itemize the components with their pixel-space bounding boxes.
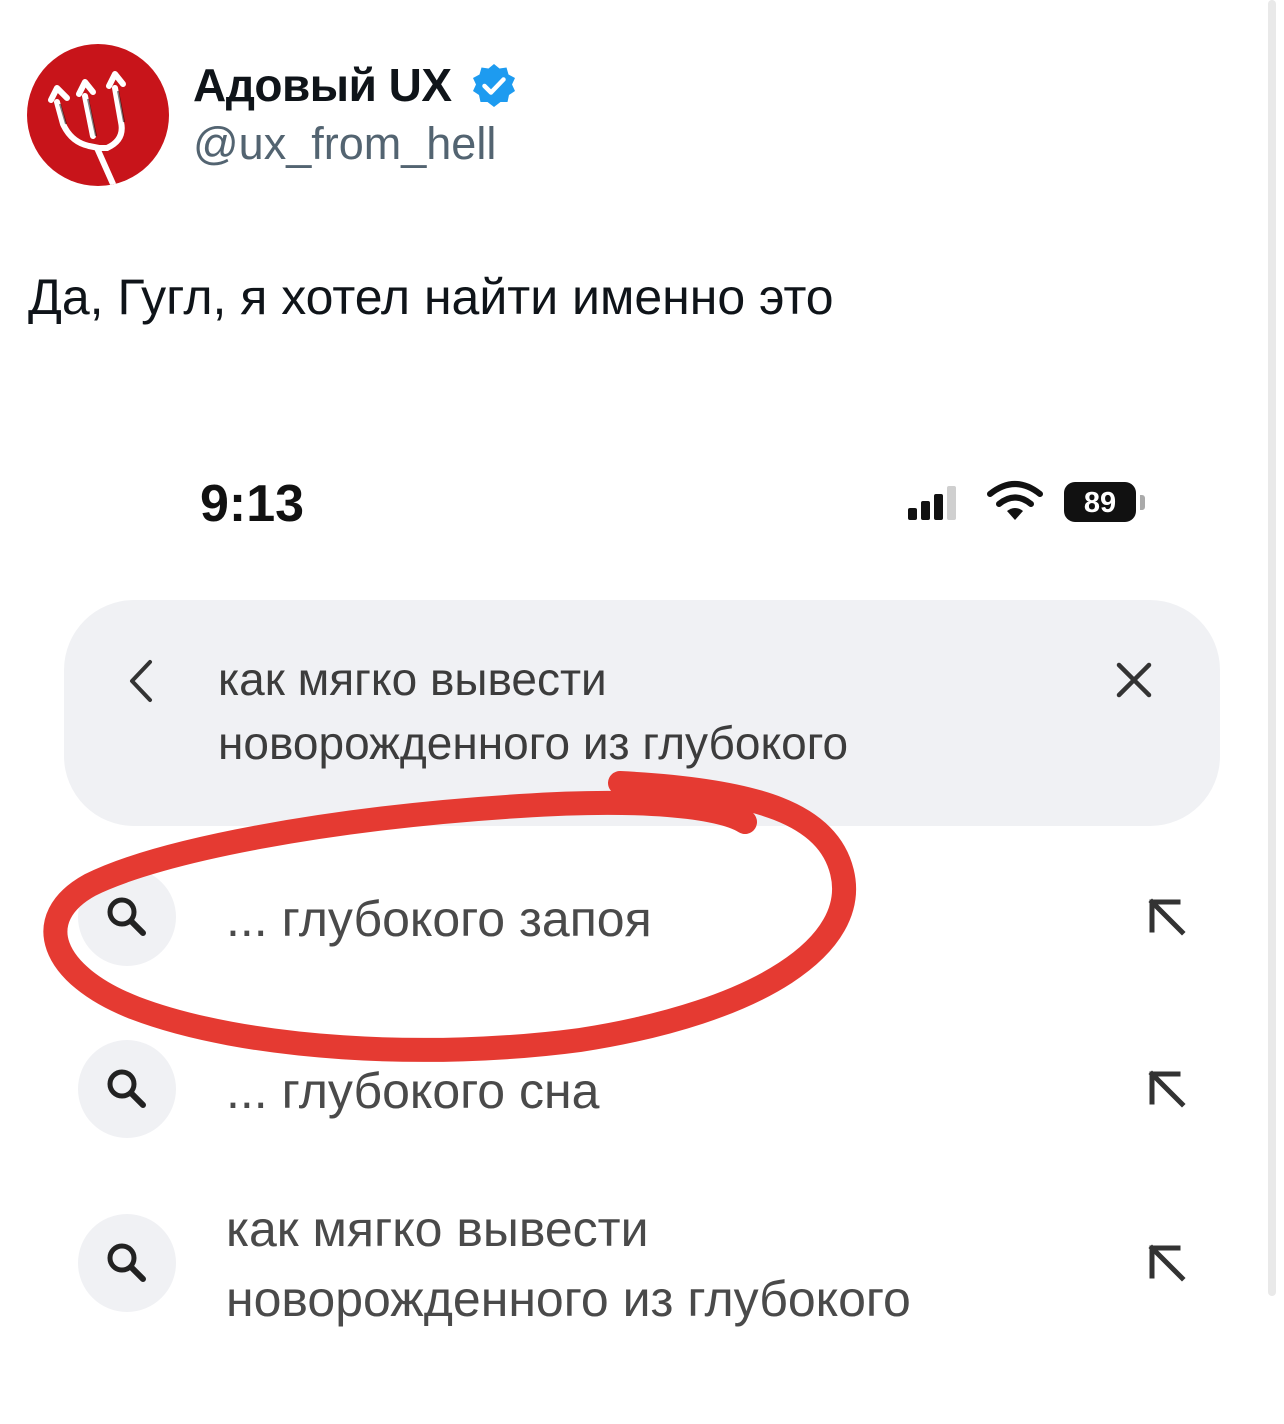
search-icon-circle	[78, 1214, 176, 1312]
author-name[interactable]: Адовый UX	[193, 58, 452, 112]
search-icon	[107, 1243, 146, 1282]
arrow-up-left-icon[interactable]	[1144, 894, 1190, 940]
suggestion-text: ... глубокого сна	[226, 1063, 600, 1119]
suggestion-text: ... глубокого запоя	[226, 891, 652, 947]
battery-level: 89	[1083, 487, 1117, 519]
suggestion-text-line-2: новорожденного из глубокого	[226, 1271, 911, 1327]
wifi-icon	[987, 481, 1043, 520]
status-time: 9:13	[200, 475, 305, 533]
search-query-line-1[interactable]: как мягко вывести	[218, 652, 607, 706]
search-icon	[107, 1069, 146, 1108]
arrow-up-left-icon[interactable]	[1144, 1066, 1190, 1112]
arrow-up-left-icon[interactable]	[1144, 1240, 1190, 1286]
search-query-line-2[interactable]: новорожденного из глубокого	[218, 716, 848, 770]
search-icon	[107, 897, 146, 936]
tweet-text: Да, Гугл, я хотел найти именно это	[28, 269, 834, 325]
back-chevron-icon[interactable]	[120, 656, 160, 706]
verified-badge-icon	[473, 64, 515, 107]
page-scrollbar[interactable]	[1268, 0, 1276, 1296]
trident-logo-icon	[48, 71, 126, 186]
battery-icon: 89	[1064, 482, 1136, 522]
suggestion-text-line-1: как мягко вывести	[226, 1201, 649, 1257]
avatar[interactable]	[27, 44, 169, 186]
close-icon[interactable]	[1114, 660, 1154, 700]
author-handle[interactable]: @ux_from_hell	[193, 118, 496, 170]
search-icon-circle	[78, 1040, 176, 1138]
signal-icon	[908, 486, 956, 520]
search-icon-circle	[78, 868, 176, 966]
battery-cap	[1140, 495, 1145, 510]
search-box[interactable]	[64, 600, 1220, 826]
